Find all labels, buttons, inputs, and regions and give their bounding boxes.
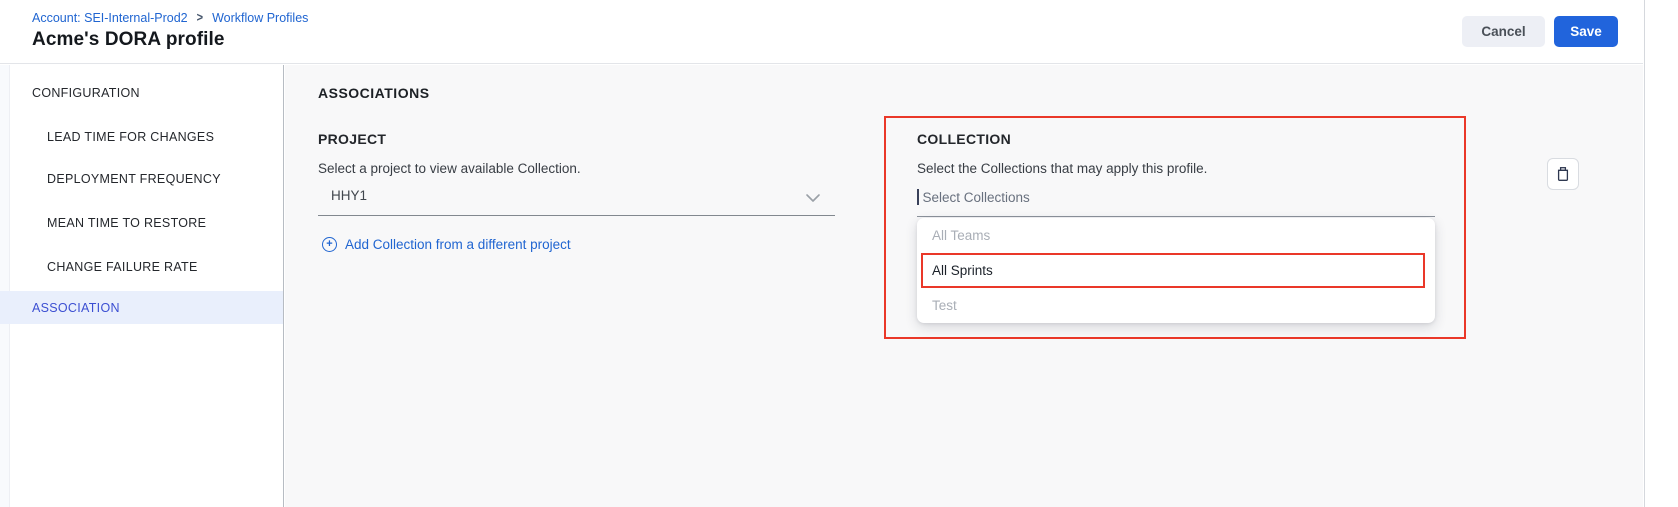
associations-heading: ASSOCIATIONS: [318, 85, 430, 101]
sidebar-item-association-label: ASSOCIATION: [32, 301, 120, 315]
save-button[interactable]: Save: [1554, 16, 1618, 47]
scrollbar-gutter[interactable]: [1644, 0, 1678, 507]
project-heading: PROJECT: [318, 131, 386, 147]
sidebar-item-mean-time-to-restore[interactable]: MEAN TIME TO RESTORE: [47, 216, 206, 230]
sidebar-item-configuration[interactable]: CONFIGURATION: [32, 86, 140, 100]
left-edge-strip: [0, 65, 10, 507]
profile-nav-sidebar: CONFIGURATION LEAD TIME FOR CHANGES DEPL…: [0, 65, 284, 507]
breadcrumb-account-link[interactable]: Account: SEI-Internal-Prod2: [32, 11, 188, 25]
associations-panel: ASSOCIATIONS PROJECT Select a project to…: [285, 65, 1643, 507]
collections-input[interactable]: Select Collections: [917, 186, 1030, 208]
text-caret: [917, 189, 919, 205]
collection-description: Select the Collections that may apply th…: [917, 161, 1207, 176]
chevron-right-icon: >: [197, 11, 203, 25]
collection-heading: COLLECTION: [917, 131, 1011, 147]
project-description: Select a project to view available Colle…: [318, 161, 581, 176]
cancel-button[interactable]: Cancel: [1462, 16, 1545, 47]
chevron-down-icon[interactable]: [805, 192, 821, 204]
dropdown-option-all-teams[interactable]: All Teams: [917, 218, 1435, 253]
add-collection-link-label: Add Collection from a different project: [345, 237, 571, 252]
breadcrumb-workflow-profiles-link[interactable]: Workflow Profiles: [212, 11, 308, 25]
collections-input-underline: [917, 216, 1435, 217]
delete-association-button[interactable]: [1547, 158, 1579, 190]
sidebar-item-change-failure-rate[interactable]: CHANGE FAILURE RATE: [47, 260, 198, 274]
dropdown-option-test[interactable]: Test: [917, 288, 1435, 323]
project-select[interactable]: HHY1: [331, 188, 367, 203]
collections-dropdown: All Teams All Sprints Test: [917, 218, 1435, 323]
sidebar-item-lead-time-for-changes[interactable]: LEAD TIME FOR CHANGES: [47, 130, 214, 144]
collection-annotation-box: COLLECTION Select the Collections that m…: [884, 116, 1466, 339]
trash-icon: [1555, 166, 1571, 182]
breadcrumb: Account: SEI-Internal-Prod2 > Workflow P…: [32, 9, 308, 27]
plus-circle-icon: +: [322, 237, 337, 252]
add-collection-link[interactable]: + Add Collection from a different projec…: [322, 237, 571, 252]
project-select-underline: [318, 215, 835, 216]
workflow-profile-page: Account: SEI-Internal-Prod2 > Workflow P…: [0, 0, 1678, 507]
page-title: Acme's DORA profile: [32, 29, 225, 51]
collections-input-placeholder: Select Collections: [923, 190, 1030, 205]
sidebar-item-deployment-frequency[interactable]: DEPLOYMENT FREQUENCY: [47, 172, 221, 186]
sidebar-item-association[interactable]: ASSOCIATION: [0, 291, 283, 324]
dropdown-option-all-sprints[interactable]: All Sprints: [917, 253, 1435, 288]
page-header: Account: SEI-Internal-Prod2 > Workflow P…: [0, 0, 1643, 64]
